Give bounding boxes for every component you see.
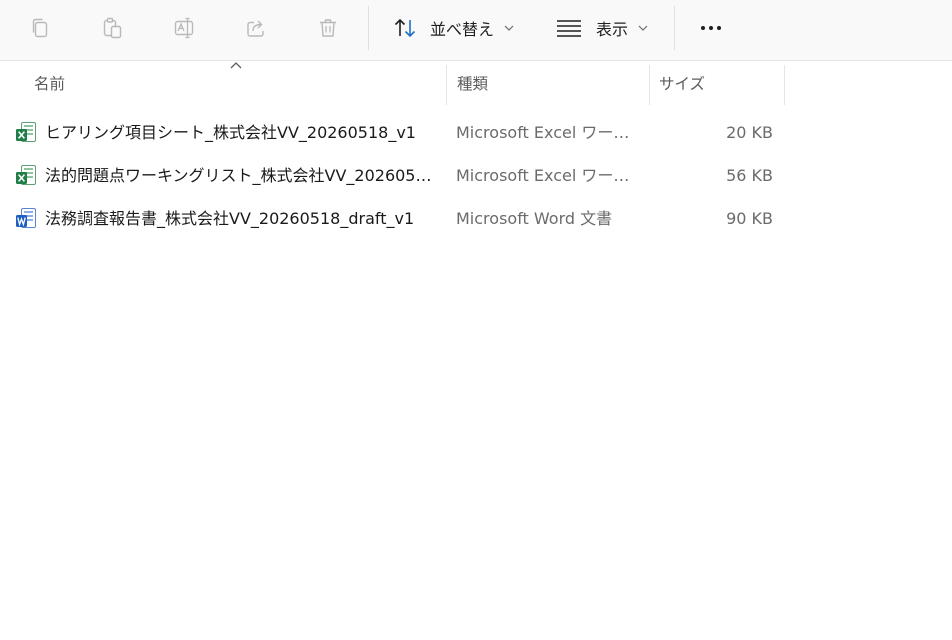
sort-icon	[392, 16, 418, 40]
file-size: 90 KB	[726, 209, 773, 228]
column-header-size[interactable]: サイズ	[659, 61, 779, 105]
file-type: Microsoft Word 文書	[456, 209, 613, 228]
rename-icon[interactable]	[168, 12, 200, 44]
file-size: 20 KB	[726, 123, 773, 142]
column-resize-handle[interactable]	[446, 65, 447, 105]
copy-icon[interactable]	[24, 12, 56, 44]
toolbar-divider	[368, 6, 369, 50]
command-bar: 並べ替え 表示	[0, 0, 952, 61]
delete-icon[interactable]	[312, 12, 344, 44]
word-file-icon	[16, 208, 36, 228]
file-name: 法的問題点ワーキングリスト_株式会社VV_2026051...	[45, 166, 435, 185]
view-button[interactable]: 表示	[556, 12, 648, 44]
file-explorer-window: 並べ替え 表示 名前 種類 サイズ ヒアリング項目シート_株式会社VV_2026…	[0, 0, 952, 640]
excel-file-icon	[16, 165, 36, 185]
file-type: Microsoft Excel ワーク...	[456, 166, 636, 185]
column-header-type[interactable]: 種類	[457, 61, 642, 105]
file-row[interactable]: 法務調査報告書_株式会社VV_20260518_draft_v1 Microso…	[0, 197, 790, 240]
file-name: ヒアリング項目シート_株式会社VV_20260518_v1	[45, 123, 416, 142]
view-label: 表示	[596, 20, 629, 39]
column-resize-handle[interactable]	[784, 65, 785, 105]
more-icon[interactable]	[692, 12, 730, 44]
toolbar-divider	[674, 6, 675, 50]
file-row[interactable]: ヒアリング項目シート_株式会社VV_20260518_v1 Microsoft …	[0, 111, 790, 154]
share-icon[interactable]	[240, 12, 272, 44]
column-header-name[interactable]: 名前	[34, 61, 439, 105]
file-row[interactable]: 法的問題点ワーキングリスト_株式会社VV_2026051... Microsof…	[0, 154, 790, 197]
view-lines-icon	[556, 19, 582, 37]
chevron-down-icon	[504, 25, 514, 31]
paste-icon[interactable]	[96, 12, 128, 44]
column-resize-handle[interactable]	[649, 65, 650, 105]
sort-label: 並べ替え	[430, 20, 495, 39]
excel-file-icon	[16, 122, 36, 142]
file-size: 56 KB	[726, 166, 773, 185]
file-name: 法務調査報告書_株式会社VV_20260518_draft_v1	[45, 209, 415, 228]
file-list: ヒアリング項目シート_株式会社VV_20260518_v1 Microsoft …	[0, 111, 952, 240]
column-header-row: 名前 種類 サイズ	[0, 61, 952, 105]
file-type: Microsoft Excel ワーク...	[456, 123, 636, 142]
sort-button[interactable]: 並べ替え	[392, 12, 514, 44]
chevron-down-icon	[638, 25, 648, 31]
